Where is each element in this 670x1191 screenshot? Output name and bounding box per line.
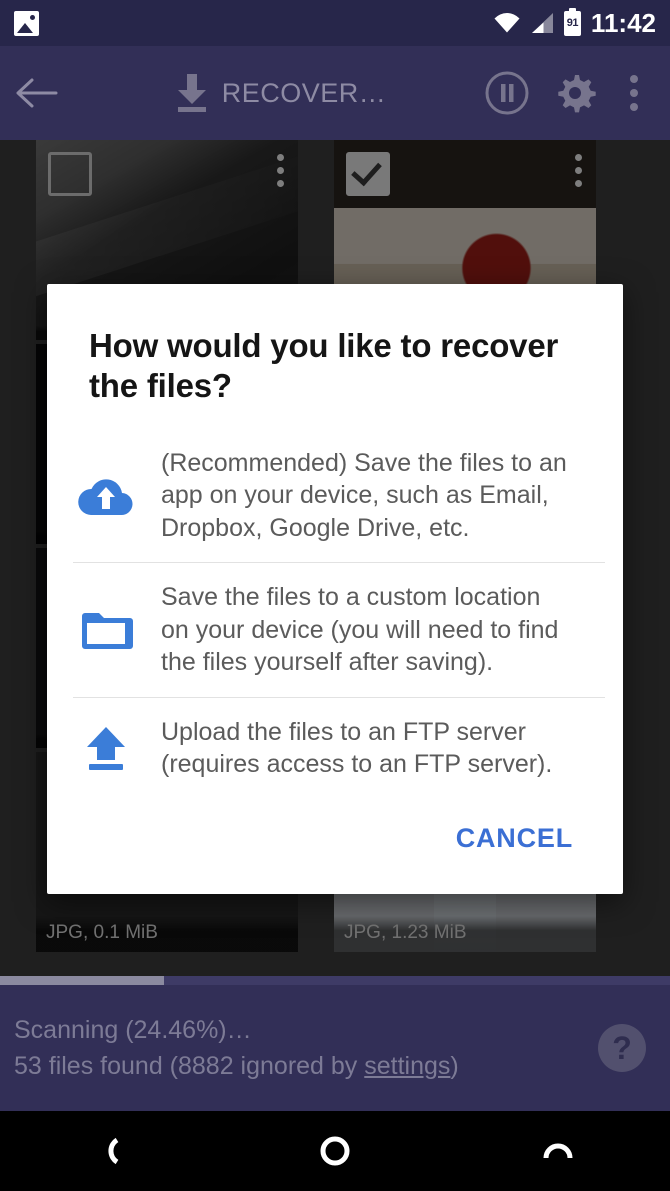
option-save-to-custom-location-label: Save the files to a custom location on y… (161, 583, 559, 676)
cloud-upload-icon (73, 471, 139, 519)
battery-icon: 91 (563, 7, 581, 36)
recover-action[interactable]: RECOVER… (74, 72, 484, 114)
nav-home-button[interactable] (275, 1111, 395, 1191)
option-upload-ftp-label: Upload the files to an FTP server (requi… (161, 717, 553, 779)
cancel-button[interactable]: CANCEL (442, 813, 587, 864)
dialog-actions: CANCEL (47, 799, 623, 894)
android-status-bar: 91 11:42 (0, 0, 670, 46)
status-bar-system-icons: 91 11:42 (494, 7, 670, 38)
recents-icon (543, 1143, 573, 1159)
battery-level: 91 (566, 16, 579, 29)
gear-icon (558, 75, 596, 113)
files-found-suffix: ) (450, 1052, 459, 1080)
option-upload-ftp[interactable]: Upload the files to an FTP server (requi… (73, 696, 605, 799)
back-icon (108, 1137, 119, 1165)
folder-icon (73, 607, 139, 653)
option-save-to-custom-location[interactable]: Save the files to a custom location on y… (73, 562, 605, 697)
back-button[interactable] (0, 76, 74, 110)
scan-status-bar: Scanning (24.46%)… 53 files found (8882 … (0, 976, 670, 1111)
upload-icon (73, 722, 139, 774)
scan-status-text: Scanning (24.46%)… 53 files found (8882 … (0, 1012, 598, 1085)
files-found-line: 53 files found (8882 ignored by settings… (14, 1048, 598, 1084)
scan-progress-fill (0, 976, 164, 985)
files-found-prefix: 53 files found (8882 ignored by (14, 1052, 365, 1080)
arrow-back-icon (16, 78, 58, 108)
scan-status-inner: Scanning (24.46%)… 53 files found (8882 … (0, 985, 670, 1111)
pause-button[interactable] (484, 70, 530, 116)
nav-recents-button[interactable] (498, 1111, 618, 1191)
option-save-to-app[interactable]: (Recommended) Save the files to an app o… (47, 429, 623, 563)
scan-progress-track (0, 976, 670, 985)
home-icon (320, 1136, 350, 1166)
app-toolbar: RECOVER… (0, 46, 670, 140)
scanning-line: Scanning (24.46%)… (14, 1015, 252, 1044)
recover-method-dialog: How would you like to recover the files?… (47, 284, 623, 894)
wifi-icon (494, 12, 520, 34)
help-icon[interactable]: ? (598, 1024, 646, 1072)
toolbar-title: RECOVER… (221, 77, 387, 108)
settings-link[interactable]: settings (364, 1052, 450, 1080)
dialog-options-list: (Recommended) Save the files to an app o… (47, 411, 623, 799)
option-save-to-app-label: (Recommended) Save the files to an app o… (161, 448, 567, 542)
overflow-menu-icon[interactable] (620, 71, 648, 115)
status-bar-notifications (0, 10, 494, 36)
nav-back-button[interactable] (52, 1111, 172, 1191)
dialog-title: How would you like to recover the files? (89, 327, 559, 405)
toolbar-actions (484, 70, 670, 116)
download-icon (177, 74, 206, 112)
settings-button[interactable] (554, 72, 596, 114)
phone-screen: JPG, 0.1 MiB JPG, 1.23 MiB 91 11:42 RECO… (0, 0, 670, 1191)
pause-circle-icon (485, 71, 529, 115)
photo-icon (14, 10, 39, 36)
status-bar-clock: 11:42 (590, 8, 656, 38)
android-nav-bar (0, 1111, 670, 1191)
cellular-signal-icon (530, 12, 554, 34)
